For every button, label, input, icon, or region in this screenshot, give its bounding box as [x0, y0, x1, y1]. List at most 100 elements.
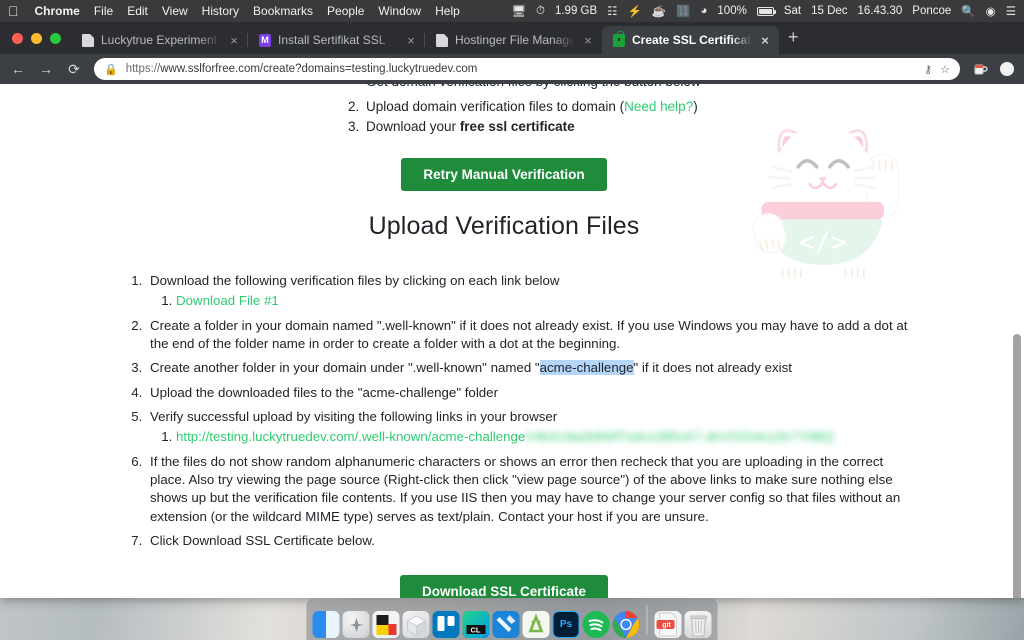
intro-step-2-number: 2.	[348, 99, 360, 114]
tab-close-icon[interactable]: ×	[228, 34, 240, 47]
siri-icon[interactable]: ◉	[986, 4, 996, 18]
menu-item-people[interactable]: People	[327, 4, 364, 18]
page-scrollbar-thumb[interactable]	[1013, 334, 1021, 598]
menu-item-chrome[interactable]: Chrome	[35, 4, 80, 18]
screen-share-icon[interactable]: 🖥	[511, 4, 526, 18]
password-key-icon[interactable]: ⚷	[924, 63, 932, 76]
tab-close-icon[interactable]: ×	[759, 34, 771, 47]
menu-item-view[interactable]: View	[162, 4, 188, 18]
step-1-text: Download the following verification file…	[150, 273, 560, 288]
new-tab-button[interactable]: +	[779, 28, 808, 49]
lucky-cat-code-mascot-icon: </>	[737, 106, 912, 296]
page-content: </> 2. Upload domain verification files …	[0, 84, 1008, 598]
menu-item-history[interactable]: History	[202, 4, 239, 18]
menu-bar-user[interactable]: Poncoe	[912, 5, 951, 17]
redacted-token-text: V4bXc9a2k8Wf7sdcn385cK7.dnVOGnb12lc7Y88Q	[525, 429, 835, 445]
apple-menu-icon[interactable]: 	[8, 4, 21, 18]
bookmark-star-icon[interactable]: ☆	[940, 63, 950, 76]
dock-item-sublime-text[interactable]	[372, 611, 400, 638]
tab-luckytrue-experiment[interactable]: Luckytrue Experiment – Hello W ×	[71, 26, 248, 54]
display-arrangement-icon[interactable]: ☷	[607, 4, 617, 18]
menu-item-file[interactable]: File	[94, 4, 113, 18]
menu-bar-items:  Chrome File Edit View History Bookmark…	[8, 4, 460, 18]
clock-icon[interactable]: ⏱	[536, 5, 545, 18]
extension-coffee-icon[interactable]	[972, 61, 988, 77]
menu-bar-status-items: 🖥 ⏱ 1.99 GB ☷ ⚡ ☕ 🔢 ◕ 100% Sat 15 Dec 16…	[511, 4, 1016, 19]
intro-step-2-text: Upload domain verification files to doma…	[366, 99, 625, 114]
dock-item-sourcetree-git[interactable]: git	[654, 611, 682, 638]
profile-avatar-icon[interactable]	[1000, 62, 1014, 76]
verification-url-link[interactable]: http://testing.luckytruedev.com/.well-kn…	[176, 429, 525, 444]
dock-item-launchpad[interactable]	[342, 611, 370, 638]
dock-item-clion[interactable]: CL	[462, 611, 490, 638]
tab-close-icon[interactable]: ×	[582, 34, 594, 47]
step-5-text: Verify successful upload by visiting the…	[150, 409, 558, 425]
step-6: If the files do not show random alphanum…	[146, 453, 916, 526]
document-icon	[82, 33, 94, 47]
step-5-sublist: http://testing.luckytruedev.com/.well-kn…	[150, 428, 916, 446]
page-scrollbar-track[interactable]	[1009, 84, 1024, 598]
menu-item-edit[interactable]: Edit	[127, 4, 148, 18]
download-file-1-link[interactable]: Download File #1	[176, 293, 279, 308]
intro-step-3-text: Download your	[366, 119, 460, 134]
minimize-window-button[interactable]	[31, 32, 42, 44]
forward-arrow-icon[interactable]: →	[38, 62, 54, 76]
web-page-viewport: </> 2. Upload domain verification files …	[0, 84, 1024, 598]
step-2-text: Create a folder in your domain named ".w…	[150, 317, 908, 352]
url-scheme: https://	[125, 63, 161, 75]
address-bar[interactable]: 🔒 https://www.sslforfree.com/create?doma…	[94, 58, 960, 80]
dock-item-android-studio[interactable]	[522, 611, 550, 638]
intro-step-2-text-after: )	[693, 99, 698, 114]
green-lock-icon	[613, 31, 625, 47]
notification-center-icon[interactable]: ☰	[1006, 4, 1016, 18]
need-help-link[interactable]: Need help?	[624, 99, 693, 114]
dock-item-box-app[interactable]	[402, 611, 430, 638]
back-arrow-icon[interactable]: ←	[10, 62, 26, 76]
tab-create-ssl-certificate[interactable]: Create SSL Certificate ×	[602, 26, 779, 54]
macos-menu-bar:  Chrome File Edit View History Bookmark…	[0, 0, 1024, 22]
step-6-text: If the files do not show random alphanum…	[150, 453, 901, 524]
menu-item-window[interactable]: Window	[378, 4, 421, 18]
caffeine-icon[interactable]: ☕	[652, 4, 666, 18]
download-ssl-certificate-button[interactable]: Download SSL Certificate	[399, 575, 609, 598]
purple-app-icon: M	[259, 33, 271, 47]
secure-lock-icon: 🔒	[104, 63, 118, 76]
step-4-text: Upload the downloaded files to the "acme…	[150, 384, 498, 400]
dock-divider	[646, 604, 648, 635]
step-3: Create another folder in your domain und…	[146, 359, 916, 377]
address-bar-url: https://www.sslforfree.com/create?domain…	[126, 63, 916, 75]
dock-item-trello[interactable]	[432, 611, 460, 638]
step-2: Create a folder in your domain named ".w…	[146, 317, 916, 354]
step-3-post: " if it does not already exist	[633, 360, 792, 376]
dock-item-finder[interactable]	[312, 611, 340, 638]
retry-manual-verification-button[interactable]: Retry Manual Verification	[401, 158, 607, 191]
menu-item-help[interactable]: Help	[435, 4, 460, 18]
verification-steps-list: Download the following verification file…	[0, 272, 1008, 550]
menu-bar-day: Sat	[783, 5, 802, 17]
tab-hostinger-file-manager[interactable]: Hostinger File Manager ×	[425, 26, 602, 54]
battery-percent-text: 100%	[717, 5, 747, 17]
dock-item-trash[interactable]	[684, 611, 712, 638]
tab-title: Hostinger File Manager	[455, 33, 575, 47]
menu-item-bookmarks[interactable]: Bookmarks	[253, 4, 313, 18]
tab-close-icon[interactable]: ×	[405, 34, 417, 47]
dock-item-google-chrome[interactable]	[612, 611, 640, 638]
dock-item-xcode[interactable]	[492, 611, 520, 638]
mascot-code-symbol: </>	[799, 228, 846, 258]
dock-item-spotify[interactable]	[582, 611, 610, 638]
document-icon	[436, 33, 448, 47]
close-window-button[interactable]	[12, 32, 23, 44]
step-3-pre: Create another folder in your domain und…	[150, 360, 540, 376]
flash-icon[interactable]: ⚡	[627, 4, 641, 18]
reload-icon[interactable]: ⟳	[66, 62, 82, 76]
spotlight-search-icon[interactable]: 🔍	[961, 4, 975, 18]
maximize-window-button[interactable]	[50, 32, 61, 44]
bluetooth-icon[interactable]: 🔢	[676, 4, 690, 18]
battery-charging-icon[interactable]	[756, 6, 776, 16]
wifi-icon[interactable]: ◕	[700, 5, 707, 17]
tab-install-sertifikat-ssl[interactable]: M Install Sertifikat SSL ×	[248, 26, 425, 54]
browser-toolbar: ← → ⟳ 🔒 https://www.sslforfree.com/creat…	[0, 54, 1024, 84]
step-7-text: Click Download SSL Certificate below.	[150, 533, 375, 549]
dock-item-photoshop[interactable]: Ps	[552, 611, 580, 638]
intro-step-3: 3. Download your free ssl certificate	[348, 119, 1008, 134]
